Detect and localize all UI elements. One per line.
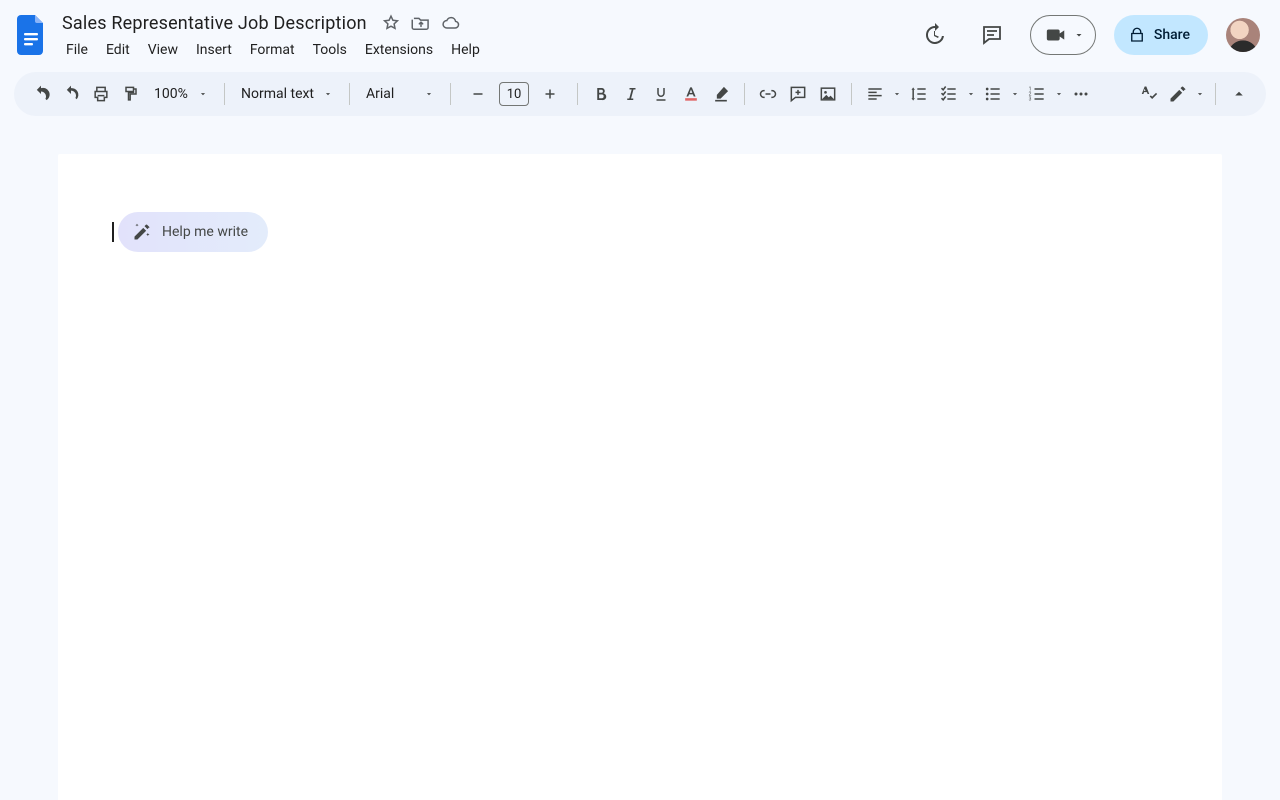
caret-down-icon — [1073, 29, 1085, 41]
svg-text:3: 3 — [1029, 97, 1032, 103]
font-size-value: 10 — [507, 87, 522, 102]
comments-icon[interactable] — [972, 15, 1012, 55]
numbered-list-caret[interactable] — [1052, 89, 1066, 99]
bulleted-list-button[interactable] — [978, 79, 1008, 109]
menu-view[interactable]: View — [140, 38, 186, 62]
menu-extensions[interactable]: Extensions — [357, 38, 441, 62]
editing-mode-button[interactable] — [1163, 79, 1193, 109]
italic-button[interactable] — [616, 79, 646, 109]
caret-down-icon — [424, 89, 434, 99]
share-label: Share — [1154, 27, 1190, 43]
insert-image-button[interactable] — [813, 79, 843, 109]
increase-font-size-button[interactable] — [535, 79, 565, 109]
caret-down-icon — [198, 89, 208, 99]
document-page[interactable]: Help me write — [58, 154, 1222, 800]
checklist-button[interactable] — [934, 79, 964, 109]
document-scroll-area[interactable]: Help me write — [0, 120, 1280, 800]
toolbar: 100% Normal text Arial 10 — [14, 72, 1266, 116]
align-button[interactable] — [860, 79, 890, 109]
more-tools-button[interactable] — [1066, 79, 1096, 109]
zoom-value: 100% — [154, 86, 188, 102]
menu-bar: File Edit View Insert Format Tools Exten… — [58, 38, 488, 62]
undo-button[interactable] — [26, 79, 56, 109]
paragraph-style-value: Normal text — [241, 86, 314, 102]
zoom-dropdown[interactable]: 100% — [146, 79, 216, 109]
menu-file[interactable]: File — [58, 38, 96, 62]
caret-down-icon — [323, 89, 333, 99]
title-row: Sales Representative Job Description — [58, 9, 488, 36]
editing-mode-caret[interactable] — [1193, 89, 1207, 99]
bulleted-list-caret[interactable] — [1008, 89, 1022, 99]
paragraph-style-dropdown[interactable]: Normal text — [233, 79, 341, 109]
menu-tools[interactable]: Tools — [305, 38, 355, 62]
font-size-input[interactable]: 10 — [499, 82, 529, 106]
numbered-list-button[interactable]: 123 — [1022, 79, 1052, 109]
line-spacing-button[interactable] — [904, 79, 934, 109]
font-family-value: Arial — [366, 86, 394, 102]
underline-button[interactable] — [646, 79, 676, 109]
meet-button[interactable] — [1030, 15, 1096, 55]
menu-help[interactable]: Help — [443, 38, 488, 62]
insert-link-button[interactable] — [753, 79, 783, 109]
document-title[interactable]: Sales Representative Job Description — [58, 11, 371, 36]
help-me-write-label: Help me write — [162, 224, 248, 240]
text-cursor — [112, 222, 114, 242]
decrease-font-size-button[interactable] — [463, 79, 493, 109]
star-icon[interactable] — [381, 13, 401, 33]
paint-format-button[interactable] — [116, 79, 146, 109]
title-area: Sales Representative Job Description Fil… — [58, 9, 488, 62]
account-avatar[interactable] — [1226, 18, 1260, 52]
share-button[interactable]: Share — [1114, 15, 1208, 55]
highlight-color-button[interactable] — [706, 79, 736, 109]
header-actions: Share — [914, 15, 1266, 55]
print-button[interactable] — [86, 79, 116, 109]
align-caret[interactable] — [890, 89, 904, 99]
history-icon[interactable] — [914, 15, 954, 55]
spellcheck-button[interactable] — [1133, 79, 1163, 109]
font-size-group: 10 — [459, 79, 569, 109]
menu-format[interactable]: Format — [242, 38, 303, 62]
move-icon[interactable] — [411, 13, 431, 33]
font-family-dropdown[interactable]: Arial — [358, 79, 442, 109]
menu-insert[interactable]: Insert — [188, 38, 240, 62]
checklist-caret[interactable] — [964, 89, 978, 99]
lock-icon — [1128, 26, 1146, 44]
collapse-toolbar-button[interactable] — [1224, 79, 1254, 109]
text-color-button[interactable] — [676, 79, 706, 109]
video-icon — [1045, 24, 1067, 46]
magic-pen-icon — [132, 222, 152, 242]
docs-logo[interactable] — [14, 11, 50, 59]
bold-button[interactable] — [586, 79, 616, 109]
title-bar: Sales Representative Job Description Fil… — [0, 0, 1280, 64]
redo-button[interactable] — [56, 79, 86, 109]
add-comment-button[interactable] — [783, 79, 813, 109]
cloud-saved-icon[interactable] — [441, 13, 461, 33]
menu-edit[interactable]: Edit — [98, 38, 138, 62]
help-me-write-button[interactable]: Help me write — [118, 212, 268, 252]
